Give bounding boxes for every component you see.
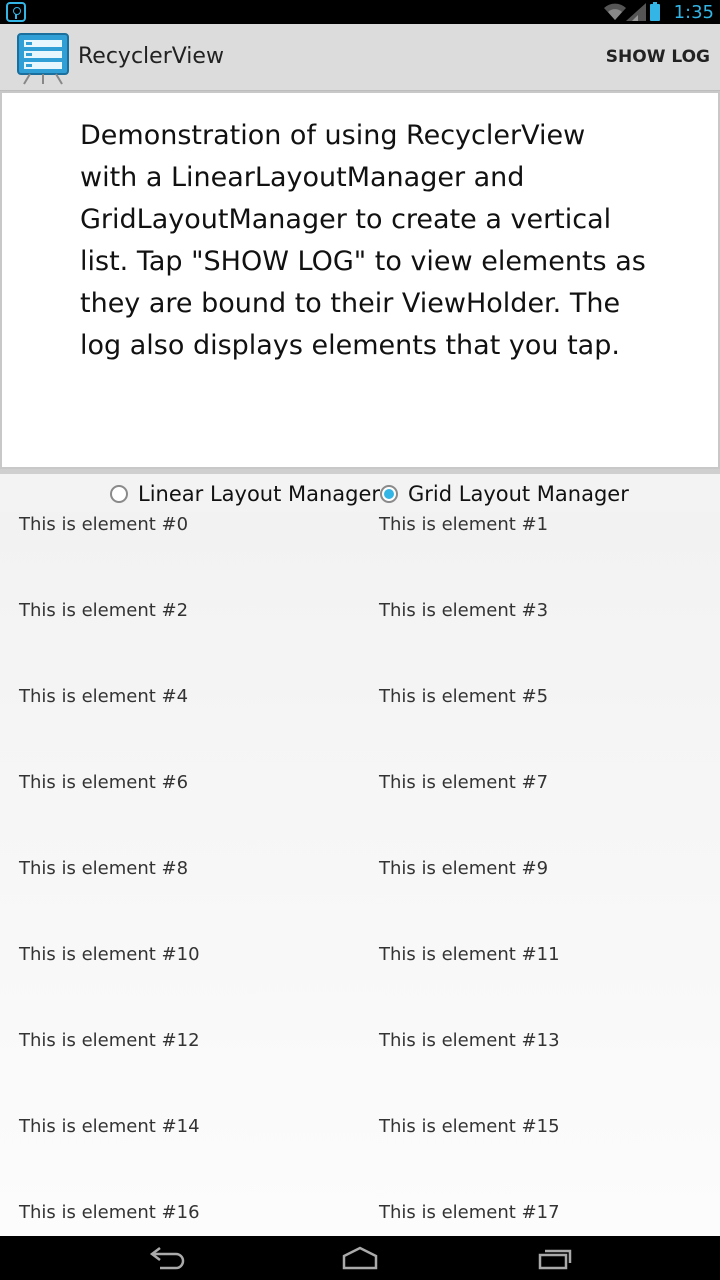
grid-item-label: This is element #1 [379, 514, 549, 535]
notification-icon [6, 2, 26, 22]
description-panel: Demonstration of using RecyclerView with… [0, 91, 720, 469]
recents-icon[interactable] [535, 1244, 575, 1272]
grid-item-label: This is element #15 [379, 1116, 560, 1137]
linear-radio-label: Linear Layout Manager [138, 482, 381, 506]
grid-radio-label: Grid Layout Manager [408, 482, 629, 506]
grid-item-label: This is element #17 [379, 1202, 560, 1223]
grid-item-label: This is element #12 [19, 1030, 200, 1051]
grid-item[interactable]: This is element #5 [360, 684, 720, 770]
signal-icon [626, 3, 646, 21]
grid-item[interactable]: This is element #16 [0, 1200, 360, 1236]
grid-item[interactable]: This is element #15 [360, 1114, 720, 1200]
linear-radio-circle-icon[interactable] [110, 485, 128, 503]
app-icon[interactable] [16, 32, 70, 86]
grid-item[interactable]: This is element #13 [360, 1028, 720, 1114]
grid-item-label: This is element #6 [19, 772, 189, 793]
grid-item-label: This is element #4 [19, 686, 189, 707]
grid-item-label: This is element #14 [19, 1116, 200, 1137]
grid-layout-radio[interactable]: Grid Layout Manager [380, 480, 629, 508]
grid-item-label: This is element #5 [379, 686, 549, 707]
app-title: RecyclerView [78, 44, 224, 69]
grid-item-label: This is element #10 [19, 944, 200, 965]
grid-item-label: This is element #13 [379, 1030, 560, 1051]
grid-item[interactable]: This is element #6 [0, 770, 360, 856]
grid-item[interactable]: This is element #12 [0, 1028, 360, 1114]
grid-item[interactable]: This is element #2 [0, 598, 360, 684]
show-log-button[interactable]: SHOW LOG [606, 24, 710, 90]
grid-item-label: This is element #0 [19, 514, 189, 535]
grid-item-label: This is element #8 [19, 858, 189, 879]
recycler-grid[interactable]: This is element #0 This is element #1 This… [0, 512, 720, 1236]
grid-item[interactable]: This is element #10 [0, 942, 360, 1028]
grid-item[interactable]: This is element #17 [360, 1200, 720, 1236]
action-bar: RecyclerView SHOW LOG [0, 24, 720, 91]
grid-item-label: This is element #2 [19, 600, 189, 621]
grid-item[interactable]: This is element #11 [360, 942, 720, 1028]
grid-item[interactable]: This is element #1 [360, 512, 720, 598]
grid-item[interactable]: This is element #7 [360, 770, 720, 856]
home-icon[interactable] [340, 1244, 380, 1272]
clock: 1:35 [673, 2, 714, 23]
grid-item[interactable]: This is element #4 [0, 684, 360, 770]
wifi-icon [604, 3, 626, 20]
grid-item[interactable]: This is element #14 [0, 1114, 360, 1200]
linear-layout-radio[interactable]: Linear Layout Manager [110, 480, 380, 508]
grid-item-label: This is element #9 [379, 858, 549, 879]
grid-item[interactable]: This is element #3 [360, 598, 720, 684]
description-text: Demonstration of using RecyclerView with… [80, 120, 646, 361]
layout-manager-radio-group: Linear Layout Manager Grid Layout Manage… [0, 474, 720, 512]
navigation-bar [0, 1236, 720, 1280]
grid-radio-circle-icon[interactable] [380, 485, 398, 503]
status-bar: 1:35 [0, 0, 720, 24]
grid-item[interactable]: This is element #0 [0, 512, 360, 598]
grid-item-label: This is element #16 [19, 1202, 200, 1223]
grid-item-label: This is element #7 [379, 772, 549, 793]
grid-item-label: This is element #3 [379, 600, 549, 621]
battery-icon [650, 2, 660, 21]
grid-item-label: This is element #11 [379, 944, 560, 965]
grid-item[interactable]: This is element #8 [0, 856, 360, 942]
back-icon[interactable] [146, 1244, 186, 1272]
grid-item[interactable]: This is element #9 [360, 856, 720, 942]
